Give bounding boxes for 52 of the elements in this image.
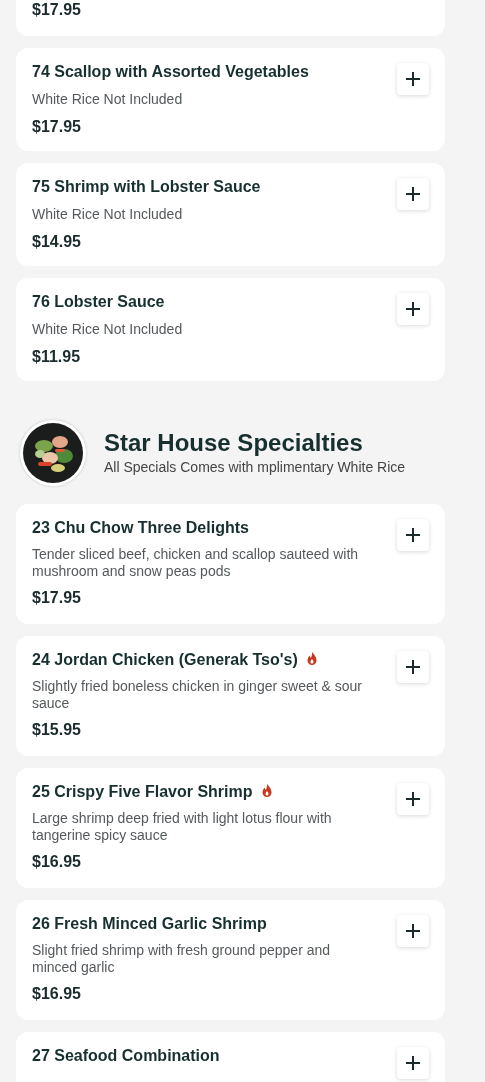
add-button[interactable]	[397, 178, 429, 210]
menu-item-card[interactable]: 27 Seafood Combination	[16, 1032, 445, 1082]
item-price: $16.95	[32, 852, 82, 872]
item-name: 27 Seafood Combination	[32, 1046, 220, 1066]
plus-icon	[405, 301, 421, 317]
plus-icon	[405, 923, 421, 939]
add-button[interactable]	[397, 783, 429, 815]
item-description: White Rice Not Included	[32, 320, 184, 339]
add-button[interactable]	[397, 519, 429, 551]
item-description: White Rice Not Included	[32, 205, 184, 224]
item-description: Slight fried shrimp with fresh ground pepper and minced garlic	[32, 942, 332, 976]
menu-item-card[interactable]: $17.95	[16, 0, 445, 36]
item-price: $15.95	[32, 720, 82, 740]
add-button[interactable]	[397, 651, 429, 683]
add-button[interactable]	[397, 293, 429, 325]
item-price: $17.95	[32, 0, 82, 20]
item-price: $11.95	[32, 347, 82, 367]
menu-item-card[interactable]: 74 Scallop with Assorted Vegetables White Rice Not Included $17.95	[16, 48, 445, 151]
item-price: $16.95	[32, 984, 82, 1004]
item-price: $17.95	[32, 588, 82, 608]
flame-icon	[305, 650, 318, 666]
item-price: $14.95	[32, 232, 82, 252]
item-name: 26 Fresh Minced Garlic Shrimp	[32, 914, 267, 934]
plus-icon	[405, 527, 421, 543]
add-button[interactable]	[397, 1047, 429, 1079]
item-name: 74 Scallop with Assorted Vegetables	[32, 62, 309, 82]
plus-icon	[405, 186, 421, 202]
item-name: 25 Crispy Five Flavor Shrimp	[32, 782, 253, 802]
add-button[interactable]	[397, 915, 429, 947]
menu-item-card[interactable]: 26 Fresh Minced Garlic Shrimp Slight fried shrimp with fresh ground pepper and minced garlic $16.95	[16, 900, 445, 1020]
menu-item-card[interactable]: 76 Lobster Sauce White Rice Not Included $11.95	[16, 278, 445, 381]
item-name: 23 Chu Chow Three Delights	[32, 518, 249, 538]
menu-item-card[interactable]: 23 Chu Chow Three Delights Tender sliced beef, chicken and scallop sauteed with mushroom and snow peas pods $17.95	[16, 504, 445, 624]
item-name: 76 Lobster Sauce	[32, 292, 165, 312]
item-price: $17.95	[32, 117, 82, 137]
plus-icon	[405, 659, 421, 675]
plus-icon	[405, 1055, 421, 1071]
plus-icon	[405, 71, 421, 87]
plus-icon	[405, 791, 421, 807]
item-description: Slightly fried boneless chicken in ginger sweet & sour sauce	[32, 678, 363, 712]
menu-item-card[interactable]: 25 Crispy Five Flavor Shrimp Large shrimp deep fried with light lotus flour with tangerine spicy sauce $16.95	[16, 768, 445, 888]
add-button[interactable]	[397, 63, 429, 95]
section-title: Star House Specialties	[104, 429, 364, 457]
item-description: Tender sliced beef, chicken and scallop sauteed with mushroom and snow peas pods	[32, 546, 360, 580]
item-name: 24 Jordan Chicken (Generak Tso's)	[32, 650, 298, 670]
section-subtitle: All Specials Comes with mplimentary White Rice	[104, 458, 406, 477]
menu-item-card[interactable]: 24 Jordan Chicken (Generak Tso's) Slightly fried boneless chicken in ginger sweet & sour sauce $15.95	[16, 636, 445, 756]
item-description: Large shrimp deep fried with light lotus flour with tangerine spicy sauce	[32, 810, 333, 844]
menu-item-card[interactable]: 75 Shrimp with Lobster Sauce White Rice Not Included $14.95	[16, 163, 445, 266]
item-description: White Rice Not Included	[32, 90, 184, 109]
item-name: 75 Shrimp with Lobster Sauce	[32, 177, 261, 197]
flame-icon	[260, 782, 273, 798]
